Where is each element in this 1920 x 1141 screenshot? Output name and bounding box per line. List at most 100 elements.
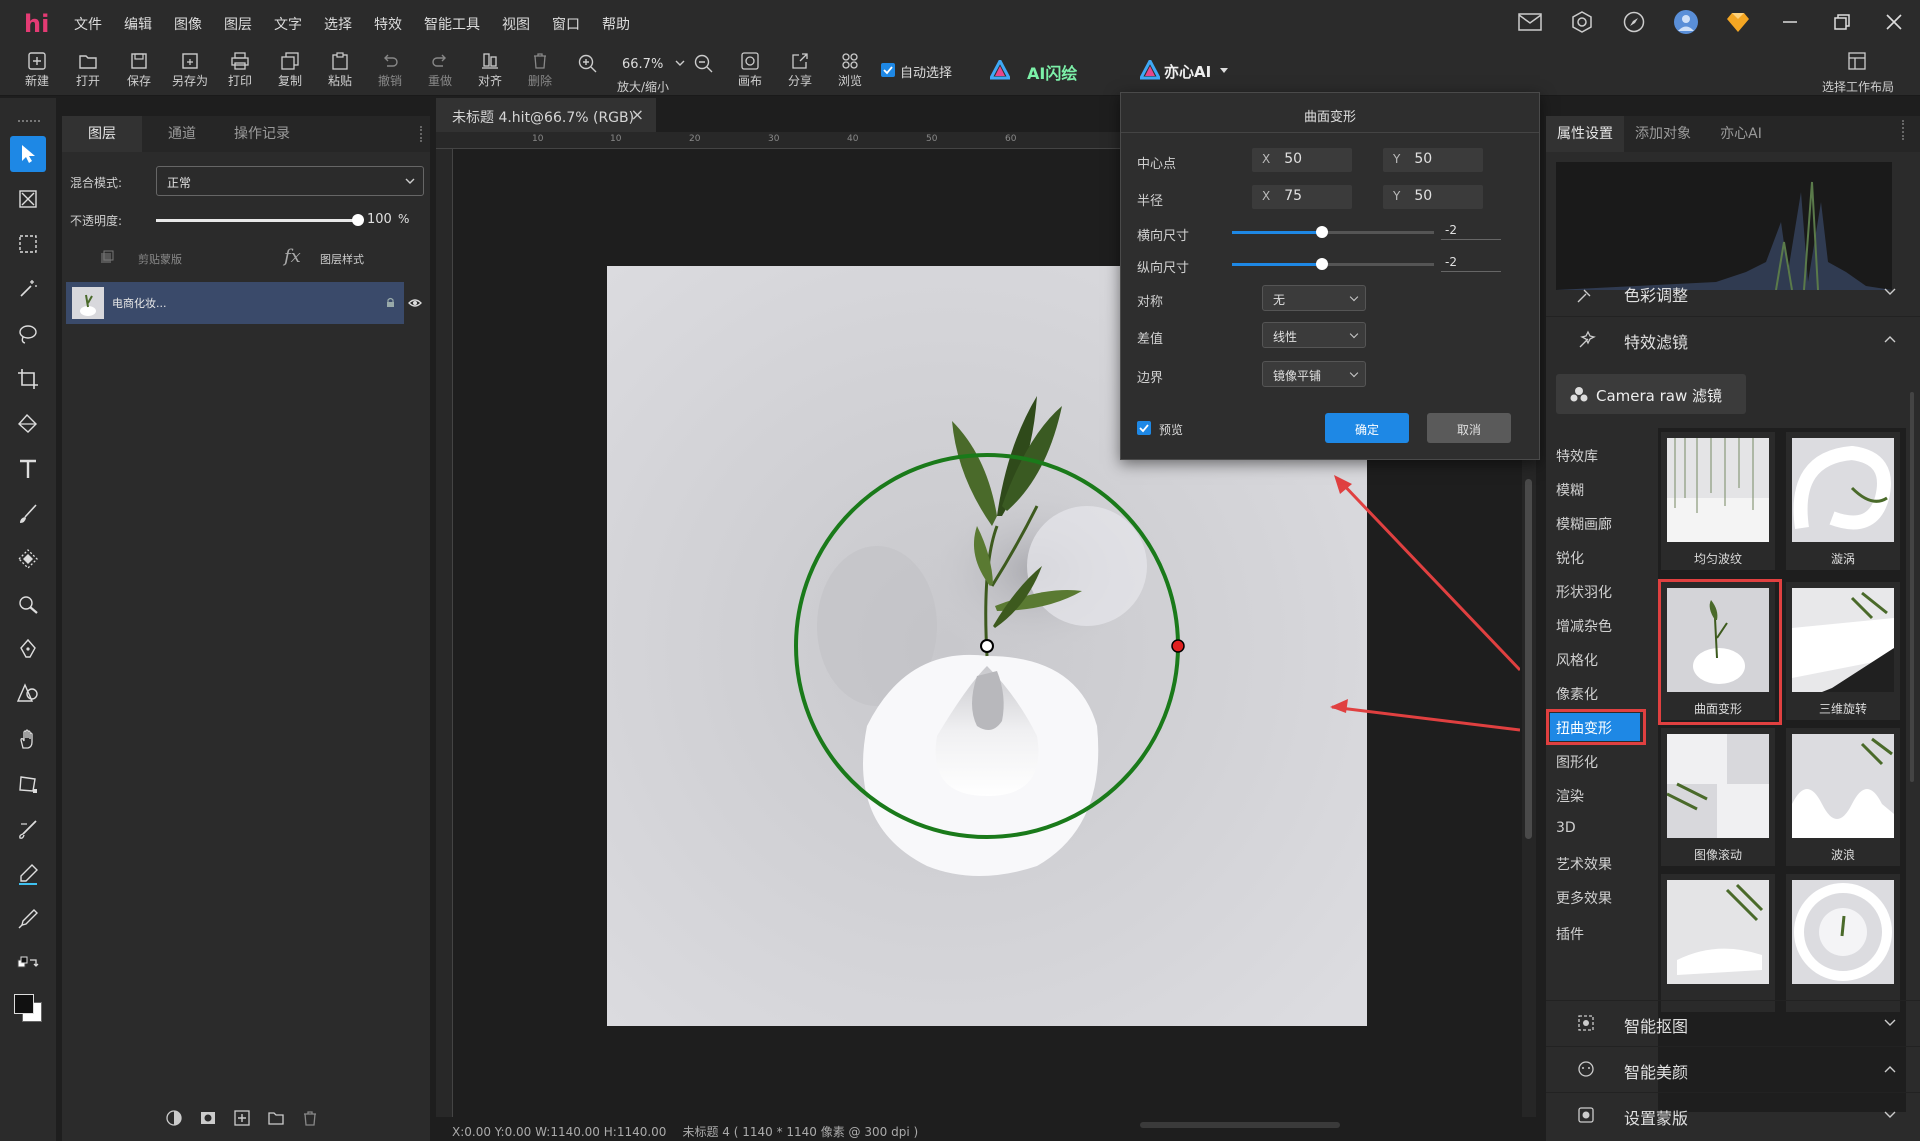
menu-window[interactable]: 窗口 [552,14,602,34]
category-distort[interactable]: 扭曲变形 [1550,713,1640,741]
warp-radius-handle[interactable] [1171,639,1185,653]
eyedropper-tool-icon[interactable] [10,901,46,937]
mask-icon[interactable] [200,1110,216,1126]
vertical-scroll-thumb[interactable] [1525,479,1532,839]
compass-icon[interactable] [1608,0,1660,44]
center-y-input[interactable]: Y 50 [1383,148,1483,172]
symmetry-select[interactable]: 无 [1262,285,1366,311]
hsize-slider-knob[interactable] [1316,226,1328,238]
horizontal-scrollbar[interactable] [1000,1122,1512,1132]
preview-checkbox[interactable] [1137,421,1151,435]
camera-raw-button[interactable]: Camera raw 滤镜 [1556,374,1746,414]
thumb-wave[interactable]: 波浪 [1786,728,1900,866]
opacity-value[interactable]: 100 [367,212,392,227]
thumb-3d-rotate[interactable]: 三维旋转 [1786,582,1900,720]
new-layer-icon[interactable] [234,1110,250,1126]
eraser-pen-tool-icon[interactable] [10,856,46,892]
caret-down-icon[interactable] [1220,68,1228,73]
swap-colors-icon[interactable] [10,946,46,982]
vsize-slider-knob[interactable] [1316,258,1328,270]
transform-tool-icon[interactable] [10,766,46,802]
category-3d[interactable]: 3D [1556,820,1576,836]
hsize-input[interactable]: -2 [1441,223,1501,240]
mail-icon[interactable] [1504,0,1556,44]
new-button[interactable]: 新建 [13,48,61,89]
menu-select[interactable]: 选择 [324,14,374,34]
tab-add-object[interactable]: 添加对象 [1624,116,1702,152]
menu-effects[interactable]: 特效 [374,14,424,34]
copy-button[interactable]: 复制 [266,48,314,89]
tab-history[interactable]: 操作记录 [222,116,302,152]
pen-tool-icon[interactable] [10,631,46,667]
document-tab[interactable]: 未标题 4.hit@66.7% (RGB) × [436,98,656,132]
center-x-input[interactable]: X 50 [1252,148,1352,172]
category-effects-library[interactable]: 特效库 [1556,446,1598,466]
category-stylize[interactable]: 风格化 [1556,650,1598,670]
tab-channels[interactable]: 通道 [142,116,222,152]
category-blur[interactable]: 模糊 [1556,480,1584,500]
category-more-effects[interactable]: 更多效果 [1556,888,1612,908]
avatar[interactable] [1660,0,1712,44]
scissors-tool-icon[interactable] [10,181,46,217]
canvas-button[interactable]: 画布 [726,48,774,89]
save-button[interactable]: 保存 [115,48,163,89]
tab-yixin-ai[interactable]: 亦心AI [1702,116,1780,152]
diamond-icon[interactable] [1712,0,1764,44]
crop-tool-icon[interactable] [10,361,46,397]
vsize-input[interactable]: -2 [1441,255,1501,272]
category-sharpen[interactable]: 锐化 [1556,548,1584,568]
settings-icon[interactable] [1556,0,1608,44]
cancel-button[interactable]: 取消 [1427,413,1511,443]
layer-row[interactable]: 电商化妆... [66,282,404,324]
thumb-effect-8[interactable] [1786,874,1900,1012]
clip-mask-icon[interactable] [100,250,114,264]
layer-style-button[interactable]: 图层样式 [320,251,364,267]
lasso-tool-icon[interactable] [10,316,46,352]
category-noise[interactable]: 增减杂色 [1556,616,1612,636]
thumb-image-scroll[interactable]: 图像滚动 [1661,728,1775,866]
brush-tool-icon[interactable] [10,496,46,532]
section-effects-filter[interactable]: 特效滤镜 [1546,316,1920,360]
grip-handle[interactable] [18,120,40,124]
menu-text[interactable]: 文字 [274,14,324,34]
auto-select-checkbox[interactable] [881,63,895,77]
thumbs-scrollbar[interactable] [1910,392,1914,782]
zoom-value[interactable]: 66.7% [622,57,663,72]
radius-y-input[interactable]: Y 50 [1383,185,1483,209]
lock-icon[interactable] [386,297,395,308]
share-button[interactable]: 分享 [776,48,824,89]
ok-button[interactable]: 确定 [1325,413,1409,443]
shape-tool-icon[interactable] [10,676,46,712]
magic-wand-tool-icon[interactable] [10,271,46,307]
restore-icon[interactable] [1816,0,1868,44]
delete-button[interactable]: 删除 [516,48,564,89]
category-art-effects[interactable]: 艺术效果 [1556,854,1612,874]
category-graphic[interactable]: 图形化 [1556,752,1598,772]
minimize-icon[interactable] [1764,0,1816,44]
ai-paint-icon[interactable] [990,60,1010,80]
move-tool-icon[interactable] [10,136,46,172]
close-tab-icon[interactable]: × [631,105,644,124]
save-as-button[interactable]: 另存为 [166,48,214,89]
align-button[interactable]: 对齐 [466,48,514,89]
trash-icon[interactable] [302,1110,318,1126]
thumb-effect-7[interactable] [1661,874,1775,1012]
workspace-label[interactable]: 选择工作布局 [1822,78,1894,95]
menu-view[interactable]: 视图 [502,14,552,34]
section-color-adjust[interactable]: 色彩调整 [1546,282,1920,312]
category-render[interactable]: 渲染 [1556,786,1584,806]
zoom-in-icon[interactable] [578,54,598,74]
section-smart-cutout[interactable]: 智能抠图 [1546,1000,1920,1044]
category-plugins[interactable]: 插件 [1556,924,1584,944]
blend-mode-select[interactable]: 正常 [156,166,424,196]
clip-mask-button[interactable]: 剪贴蒙版 [138,251,182,267]
section-smart-beauty[interactable]: 智能美颜 [1546,1046,1920,1090]
layer-name[interactable]: 电商化妆... [112,295,167,311]
print-button[interactable]: 打印 [216,48,264,89]
redo-button[interactable]: 重做 [416,48,464,89]
zoom-out-icon[interactable] [694,54,714,74]
hand-tool-icon[interactable] [10,721,46,757]
foreground-color-swatch[interactable] [14,994,34,1014]
adjustment-icon[interactable] [166,1110,182,1126]
ai-paint-button[interactable]: AI闪绘 [1027,60,1077,84]
